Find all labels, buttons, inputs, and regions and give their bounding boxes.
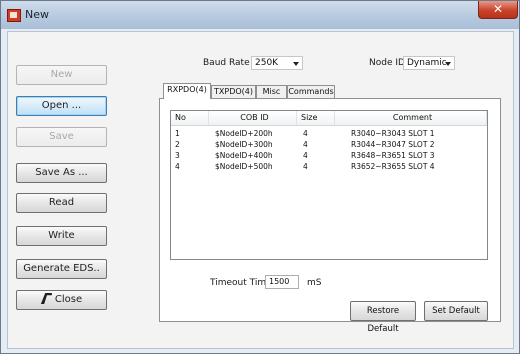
tab-misc[interactable]: Misc [256,85,287,98]
cell-comment: R3044~R3047 SLOT 2 [351,140,435,149]
pdo-list[interactable]: No COB ID Size Comment 1 $NodeID+200h 4 … [170,110,488,260]
write-button[interactable]: Write [16,226,107,246]
app-icon [7,9,21,22]
window-close-button[interactable]: ✕ [478,1,518,19]
cell-size: 4 [303,129,308,138]
cell-no: 1 [175,129,180,138]
close-button-label: Close [54,294,83,305]
baud-rate-label: Baud Rate : [203,58,256,68]
cell-no: 2 [175,140,180,149]
cell-cob-id: $NodeID+500h [215,162,273,171]
cell-cob-id: $NodeID+300h [215,140,273,149]
save-as-button[interactable]: Save As ... [16,163,107,183]
column-header-comment[interactable]: Comment [335,111,487,125]
cell-cob-id: $NodeID+400h [215,151,273,160]
timeout-unit: mS [307,278,322,288]
chevron-down-icon [293,62,299,66]
generate-eds-button[interactable]: Generate EDS.. [16,259,107,279]
cell-size: 4 [303,140,308,149]
save-button[interactable]: Save [16,127,107,147]
list-header: No COB ID Size Comment [171,111,487,126]
column-header-no[interactable]: No [171,111,209,125]
baud-rate-value: 250K [255,58,279,68]
cell-comment: R3652~R3655 SLOT 4 [351,162,435,171]
cell-comment: R3648~R3651 SLOT 3 [351,151,435,160]
timeout-input[interactable]: 1500 [265,275,299,289]
tab-txpdo[interactable]: TXPDO(4) [211,85,256,98]
open-button[interactable]: Open ... [16,96,107,116]
new-button[interactable]: New [16,65,107,85]
close-button[interactable]: Close [16,290,107,310]
table-row[interactable]: 2 $NodeID+300h 4 R3044~R3047 SLOT 2 [171,139,487,150]
cell-cob-id: $NodeID+200h [215,129,273,138]
node-id-value: Dynamic [407,58,447,68]
cell-no: 4 [175,162,180,171]
main-window: New ✕ New Open ... Save Save As ... Read… [0,0,520,354]
chevron-down-icon [445,62,451,66]
restore-default-button[interactable]: Restore Default [350,301,416,334]
table-row[interactable]: 4 $NodeID+500h 4 R3652~R3655 SLOT 4 [171,161,487,172]
cell-size: 4 [303,162,308,171]
cell-no: 3 [175,151,180,160]
tab-commands[interactable]: Commands [287,85,335,98]
cell-size: 4 [303,151,308,160]
set-default-button[interactable]: Set Default [424,301,488,321]
tab-rxpdo[interactable]: RXPDO(4) [163,83,211,99]
read-button[interactable]: Read [16,193,107,213]
node-id-select[interactable]: Dynamic [403,56,455,70]
cell-comment: R3040~R3043 SLOT 1 [351,129,435,138]
close-doc-icon [40,293,52,304]
baud-rate-select[interactable]: 250K [251,56,303,70]
table-row[interactable]: 3 $NodeID+400h 4 R3648~R3651 SLOT 3 [171,150,487,161]
column-header-size[interactable]: Size [297,111,335,125]
title-bar[interactable]: New ✕ [1,1,519,29]
window-title: New [25,8,49,21]
table-row[interactable]: 1 $NodeID+200h 4 R3040~R3043 SLOT 1 [171,128,487,139]
column-header-cob-id[interactable]: COB ID [209,111,297,125]
